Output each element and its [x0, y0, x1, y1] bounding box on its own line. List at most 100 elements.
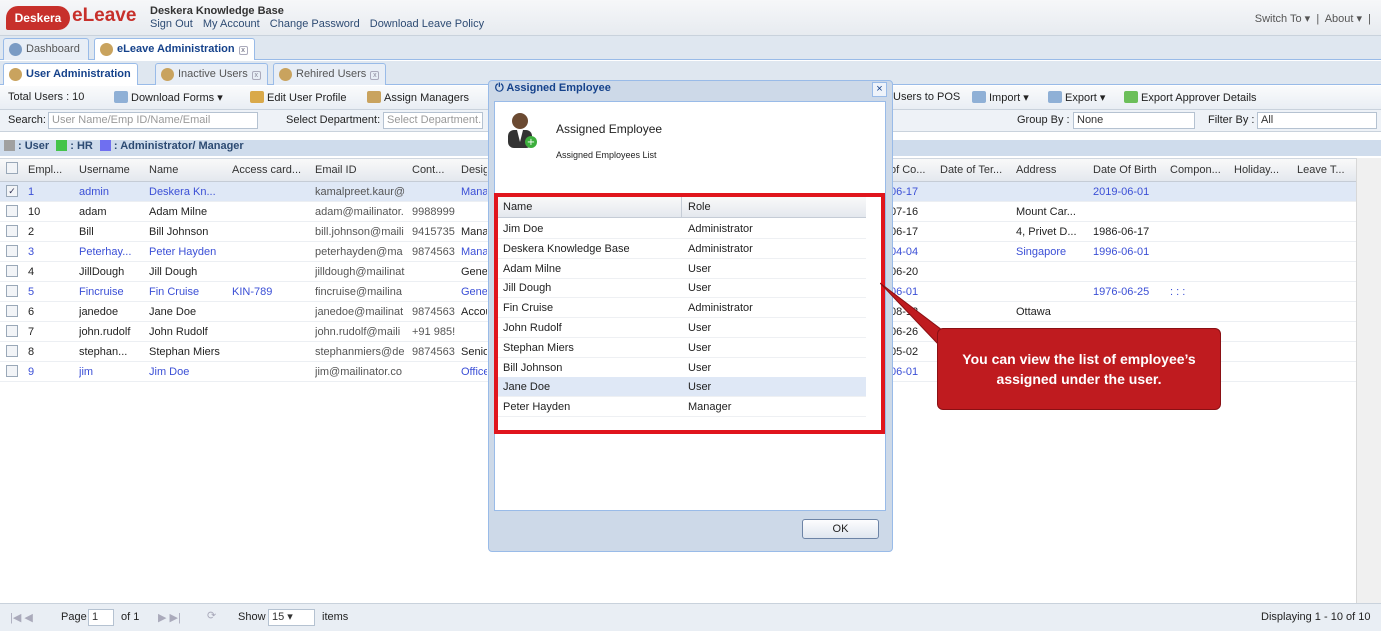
filter-by-select[interactable]: All — [1257, 112, 1377, 129]
user-icon — [367, 91, 381, 103]
cell-dob: 2019-06-01 — [1093, 186, 1150, 198]
company-name: Deskera Knowledge Base — [150, 5, 284, 17]
tab-dashboard[interactable]: Dashboard — [3, 38, 89, 60]
row-checkbox[interactable] — [6, 305, 18, 317]
row-checkbox[interactable] — [6, 365, 18, 377]
import-icon — [972, 91, 986, 103]
column-header[interactable]: Cont... — [412, 164, 452, 176]
cell-dob: 1996-06-01 — [1093, 246, 1150, 258]
highlight-frame — [494, 193, 885, 434]
cell-name: Adam Milne — [149, 206, 208, 218]
select-all-checkbox[interactable] — [6, 162, 18, 174]
first-page-icon[interactable]: |◀ ◀ — [10, 611, 33, 624]
next-page-icon[interactable]: ▶ ▶| — [158, 611, 181, 624]
cell-name: Fin Cruise — [149, 286, 200, 298]
my-account-link[interactable]: My Account — [203, 18, 260, 30]
download-forms-button[interactable]: Download Forms ▾ — [114, 91, 223, 104]
row-checkbox[interactable] — [6, 345, 18, 357]
cell-contact: 9874563 — [412, 306, 455, 318]
column-header[interactable]: Username — [79, 164, 141, 176]
close-icon[interactable]: × — [872, 82, 887, 97]
tab-inactive-users[interactable]: Inactive Users x — [155, 63, 268, 85]
about-menu[interactable]: About — [1325, 13, 1354, 25]
export-button[interactable]: Export ▾ — [1048, 91, 1105, 104]
cell-desig: Senio — [461, 346, 487, 358]
column-header[interactable]: Date of Ter... — [940, 164, 1008, 176]
header-links: Sign Out My Account Change Password Down… — [150, 18, 491, 30]
column-header[interactable]: of Co... — [890, 164, 934, 176]
edit-user-profile-button[interactable]: Edit User Profile — [250, 91, 346, 104]
row-checkbox[interactable] — [6, 285, 18, 297]
cell-username: admin — [79, 186, 109, 198]
cell-desig: Gene — [461, 266, 487, 278]
tab-rehired-users[interactable]: Rehired Users x — [273, 63, 387, 85]
cell-email: peterhayden@ma — [315, 246, 403, 258]
cell-email: fincruise@mailina — [315, 286, 402, 298]
import-button[interactable]: Import ▾ — [972, 91, 1029, 104]
column-header[interactable]: Leave T... — [1297, 164, 1353, 176]
eleave-logo: eLeave — [72, 5, 137, 26]
cell-doc: 06-20 — [890, 266, 919, 278]
cell-contact: 9415735 — [412, 226, 455, 238]
close-icon[interactable]: x — [238, 46, 248, 55]
group-by-select[interactable]: None — [1073, 112, 1195, 129]
close-icon[interactable]: x — [370, 71, 380, 80]
export-approver-details-button[interactable]: Export Approver Details — [1124, 91, 1257, 104]
cell-name: Stephan Miers — [149, 346, 220, 358]
cell-email: john.rudolf@maili — [315, 326, 401, 338]
svg-text:+: + — [527, 137, 535, 148]
column-header[interactable]: Empl... — [28, 164, 72, 176]
row-checkbox[interactable] — [6, 225, 18, 237]
change-password-link[interactable]: Change Password — [270, 18, 360, 30]
cell-doc: 06-01 — [890, 366, 919, 378]
dashboard-icon — [9, 43, 22, 56]
search-input[interactable]: User Name/Emp ID/Name/Email — [48, 112, 258, 129]
user-icon — [161, 68, 174, 81]
show-label: Show — [238, 611, 266, 623]
ok-button[interactable]: OK — [802, 519, 879, 539]
cell-address: Ottawa — [1016, 306, 1051, 318]
department-select[interactable]: Select Department... — [383, 112, 483, 129]
assign-managers-button[interactable]: Assign Managers — [367, 91, 469, 104]
column-header[interactable]: Holiday... — [1234, 164, 1288, 176]
sign-out-link[interactable]: Sign Out — [150, 18, 193, 30]
cell-extra: : : : — [1170, 286, 1186, 298]
cell-doc: 06-17 — [890, 186, 919, 198]
cell-contact: +91 985! — [412, 326, 456, 338]
download-leave-policy-link[interactable]: Download Leave Policy — [370, 18, 484, 30]
cell-desig: Mana — [461, 186, 487, 198]
cell-name: John Rudolf — [149, 326, 208, 338]
column-header[interactable]: Date Of Birth — [1093, 164, 1165, 176]
cell-id: 8 — [28, 346, 35, 358]
column-header[interactable]: Compon... — [1170, 164, 1226, 176]
users-to-pos-button[interactable]: Users to POS — [893, 91, 960, 103]
close-icon[interactable]: x — [251, 71, 261, 80]
page-count: of 1 — [121, 611, 140, 623]
cell-username: john.rudolf — [79, 326, 131, 338]
row-checkbox[interactable] — [6, 265, 18, 277]
column-header[interactable]: Name — [149, 164, 225, 176]
user-icon — [100, 43, 113, 56]
page-number-input[interactable]: 1 — [88, 609, 114, 626]
tab-eleave-administration[interactable]: eLeave Administration x — [94, 38, 255, 60]
column-header[interactable]: Desig — [461, 164, 487, 176]
row-checkbox[interactable] — [6, 325, 18, 337]
tab-user-administration[interactable]: User Administration — [3, 63, 138, 85]
column-header[interactable]: Access card... — [232, 164, 304, 176]
power-icon: ⏻ — [495, 82, 504, 94]
row-checkbox[interactable]: ✓ — [6, 185, 18, 197]
cell-dob: 1986-06-17 — [1093, 226, 1150, 238]
refresh-icon[interactable]: ⟳ — [207, 609, 216, 622]
column-header[interactable]: Email ID — [315, 164, 403, 176]
forms-icon — [114, 91, 128, 103]
dialog-subheading: Assigned Employees List — [556, 150, 657, 160]
switch-to-menu[interactable]: Switch To — [1255, 13, 1302, 25]
row-checkbox[interactable] — [6, 245, 18, 257]
row-checkbox[interactable] — [6, 205, 18, 217]
cell-username: JillDough — [79, 266, 125, 278]
grid-scrollbar[interactable] — [1356, 158, 1381, 603]
column-header[interactable]: Address — [1016, 164, 1086, 176]
main-tab-bar: Dashboard eLeave Administration x — [0, 36, 1381, 60]
cell-username: adam — [79, 206, 107, 218]
page-size-select[interactable]: 15 ▾ — [268, 609, 315, 626]
